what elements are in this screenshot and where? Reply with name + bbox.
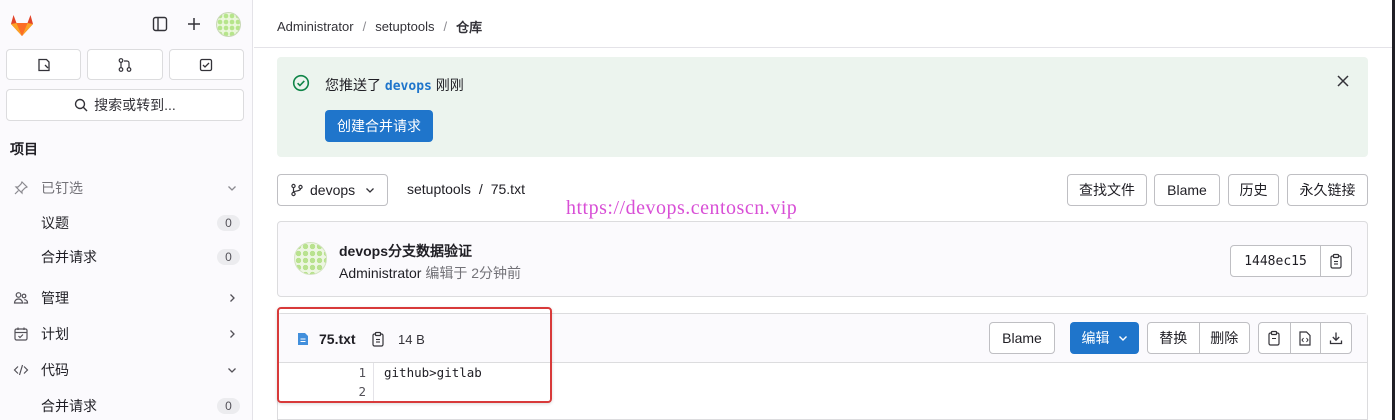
sidebar-item-code-merge-requests[interactable]: 合并请求 0 [0, 389, 252, 420]
watermark-text: https://devops.centoscn.vip [566, 197, 798, 219]
chevron-down-icon [228, 368, 236, 373]
file-actions-group: 替换 删除 [1147, 322, 1250, 354]
sidebar-item-pinned[interactable]: 已钉选 [0, 171, 252, 205]
open-raw-button[interactable] [1289, 323, 1321, 353]
gitlab-logo-icon[interactable] [8, 11, 36, 39]
breadcrumb-item[interactable]: Administrator [277, 19, 354, 34]
path-separator: / [478, 181, 483, 197]
user-avatar[interactable] [216, 12, 241, 37]
chevron-down-icon [1118, 336, 1127, 341]
breadcrumb-item[interactable]: setuptools [375, 19, 434, 34]
alert-message: 您推送了 devops 刚刚 [325, 75, 464, 95]
file-path: setuptools / 75.txt [407, 181, 525, 197]
merge-request-icon [118, 57, 132, 72]
chevron-down-icon [366, 188, 375, 193]
search-icon [74, 98, 88, 112]
check-circle-icon [292, 74, 310, 92]
sidebar-item-label: 代码 [41, 362, 69, 378]
commit-author-avatar[interactable] [294, 242, 327, 275]
commit-sha[interactable]: 1448ec15 [1231, 246, 1321, 276]
toggle-sidebar-icon[interactable] [149, 13, 171, 35]
edit-dropdown-button[interactable]: 编辑 [1070, 322, 1139, 354]
branch-selector[interactable]: devops [277, 174, 388, 206]
sidebar-item-manage[interactable]: 管理 [0, 281, 252, 315]
push-alert: 您推送了 devops 刚刚 创建合并请求 [277, 57, 1368, 157]
raw-file-icon [1299, 330, 1312, 346]
highlight-box [277, 307, 552, 403]
sidebar: 搜索或转到... 项目 已钉选 议题 0 合并请求 0 管理 计划 代码 合并请… [0, 0, 253, 420]
branch-icon [291, 183, 303, 197]
code-icon [13, 362, 29, 378]
quick-actions [6, 49, 244, 80]
todo-icon [200, 58, 213, 71]
sidebar-item-label: 已钉选 [41, 180, 83, 196]
alert-branch: devops [384, 79, 432, 94]
sidebar-section-title: 项目 [10, 141, 38, 157]
download-button[interactable] [1320, 323, 1351, 353]
count-badge: 0 [217, 215, 240, 231]
blame-button[interactable]: Blame [1154, 174, 1220, 206]
create-new-icon[interactable] [183, 13, 205, 35]
create-merge-request-button[interactable]: 创建合并请求 [325, 110, 433, 142]
commit-time: 编辑于 2分钟前 [421, 265, 522, 281]
delete-button[interactable]: 删除 [1198, 323, 1250, 353]
branch-name: devops [310, 182, 356, 198]
sidebar-item-label: 合并请求 [41, 249, 97, 265]
todos-shortcut-button[interactable] [168, 49, 244, 80]
path-file: 75.txt [490, 181, 525, 197]
find-file-button[interactable]: 查找文件 [1067, 174, 1147, 206]
commit-title[interactable]: devops分支数据验证 [339, 241, 472, 261]
issues-shortcut-button[interactable] [6, 49, 82, 80]
sidebar-item-label: 计划 [41, 326, 69, 342]
sidebar-item-label: 合并请求 [41, 398, 97, 414]
sidebar-item-label: 议题 [41, 215, 69, 231]
history-button[interactable]: 历史 [1228, 174, 1279, 206]
users-icon [13, 290, 29, 306]
download-icon [1330, 332, 1343, 345]
close-icon[interactable] [1336, 74, 1350, 88]
top-bar: Administrator / setuptools / 仓库 [254, 0, 1395, 48]
count-badge: 0 [217, 398, 240, 414]
breadcrumb-current[interactable]: 仓库 [456, 17, 482, 36]
alert-prefix: 您推送了 [325, 77, 385, 93]
commit-meta: Administrator 编辑于 2分钟前 [339, 263, 521, 283]
sidebar-item-code[interactable]: 代码 [0, 353, 252, 387]
search-button[interactable]: 搜索或转到... [6, 89, 244, 121]
chevron-right-icon [230, 294, 235, 302]
path-project[interactable]: setuptools [407, 181, 471, 197]
replace-button[interactable]: 替换 [1148, 323, 1199, 353]
merge-requests-shortcut-button[interactable] [87, 49, 163, 80]
edit-label: 编辑 [1081, 330, 1110, 346]
breadcrumb-separator: / [443, 19, 448, 34]
copy-icon [1330, 253, 1342, 269]
sidebar-item-issues[interactable]: 议题 0 [0, 206, 252, 240]
count-badge: 0 [217, 249, 240, 265]
file-tools-group [1258, 322, 1352, 354]
copy-icon [1268, 330, 1280, 346]
sidebar-item-plan[interactable]: 计划 [0, 317, 252, 351]
sidebar-header [0, 0, 252, 48]
sidebar-item-merge-requests[interactable]: 合并请求 0 [0, 240, 252, 274]
last-commit: devops分支数据验证 Administrator 编辑于 2分钟前 1448… [277, 221, 1368, 297]
copy-sha-button[interactable] [1321, 246, 1351, 276]
issues-icon [38, 58, 50, 71]
commit-sha-group: 1448ec15 [1230, 245, 1352, 277]
pin-icon [13, 180, 29, 196]
alert-suffix: 刚刚 [431, 77, 464, 93]
chevron-down-icon [228, 186, 236, 191]
breadcrumb: Administrator / setuptools / 仓库 [277, 17, 482, 36]
breadcrumb-separator: / [362, 19, 367, 34]
file-blame-button[interactable]: Blame [989, 322, 1055, 354]
commit-author[interactable]: Administrator [339, 265, 421, 281]
permalink-button[interactable]: 永久链接 [1287, 174, 1368, 206]
copy-contents-button[interactable] [1259, 323, 1290, 353]
search-label: 搜索或转到... [94, 97, 176, 113]
calendar-icon [13, 326, 29, 342]
chevron-right-icon [230, 330, 235, 338]
sidebar-item-label: 管理 [41, 290, 69, 306]
